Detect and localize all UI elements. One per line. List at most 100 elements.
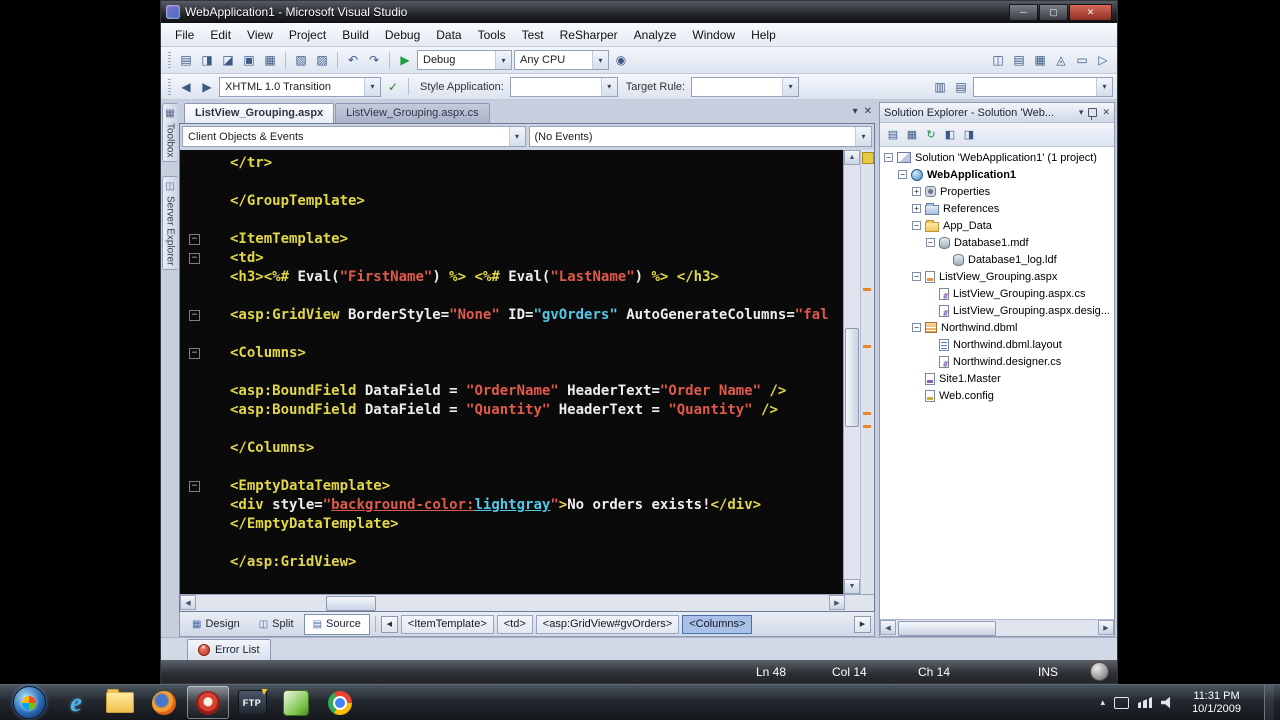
start-button[interactable] [5,686,53,719]
output-window-icon[interactable]: ▭ [1072,50,1092,70]
menu-resharper[interactable]: ReSharper [552,25,626,45]
scroll-left-button[interactable] [880,620,896,635]
tag-crumb-asp-gridview-gvorders[interactable]: <asp:GridView#gvOrders> [535,614,680,634]
error-list-icon[interactable]: ◬ [1051,50,1071,70]
doctype-combo[interactable]: XHTML 1.0 Transition [219,76,381,97]
source-view-button[interactable]: ▤ Source [303,613,370,635]
save-icon[interactable]: ▣ [239,50,259,70]
minus-expander-icon[interactable]: − [912,221,921,230]
fold-collapse-icon[interactable]: − [189,310,200,321]
minus-expander-icon[interactable]: − [926,238,935,247]
close-panel-icon[interactable]: ✕ [1102,107,1110,118]
chevron-down-icon[interactable]: ▾ [853,106,858,117]
vertical-scrollbar-thumb[interactable] [845,327,859,428]
tree-item-webapplication1[interactable]: − WebApplication1 [880,166,1114,183]
tree-item-properties[interactable]: + Properties [880,183,1114,200]
display-icon[interactable] [1114,696,1130,709]
error-list-tab[interactable]: Error List [187,639,271,660]
minimize-button[interactable]: ─ [1009,3,1038,21]
maximize-button[interactable]: ▢ [1039,3,1068,21]
minus-expander-icon[interactable]: − [884,153,893,162]
platform-combo[interactable]: Any CPU [514,50,609,70]
tree-item-solution-webapplication1-1-project[interactable]: − Solution 'WebApplication1' (1 project) [880,149,1114,166]
warning-marker[interactable] [863,411,871,415]
find-combo[interactable] [973,76,1113,97]
show-all-files-icon[interactable]: ▦ [903,126,921,144]
menu-test[interactable]: Test [514,25,552,45]
tree-item-app-data[interactable]: − App_Data [880,217,1114,234]
navigate-back-icon[interactable]: ◀ [176,77,196,97]
tree-item-web-config[interactable]: Web.config [880,387,1114,404]
fold-collapse-icon[interactable]: − [189,348,200,359]
warning-marker[interactable] [863,287,871,291]
new-item-icon[interactable]: ▤ [176,50,196,70]
command-window-icon[interactable]: ▷ [1093,50,1113,70]
green-app-icon[interactable] [275,686,317,719]
tree-item-northwind-dbml-layout[interactable]: Northwind.dbml.layout [880,336,1114,353]
warning-marker[interactable] [863,345,871,349]
menu-data[interactable]: Data [428,25,469,45]
style-sheet-icon[interactable]: ▥ [930,77,950,97]
title-bar[interactable]: WebApplication1 - Microsoft Visual Studi… [161,1,1117,23]
object-dropdown[interactable]: Client Objects & Events [182,126,526,147]
debug-configuration-combo[interactable]: Debug [417,50,512,70]
undo-icon[interactable]: ↶ [343,50,363,70]
minus-expander-icon[interactable]: − [912,272,921,281]
toolbox-icon[interactable]: ▦ [1030,50,1050,70]
scroll-up-button[interactable] [844,150,860,165]
properties-window-icon[interactable]: ▤ [951,77,971,97]
menu-project[interactable]: Project [281,25,334,45]
tree-item-listview-grouping-aspx-cs[interactable]: ListView_Grouping.aspx.cs [880,285,1114,302]
tag-crumb-columns[interactable]: <Columns> [682,614,753,634]
tag-navigator-right-button[interactable]: ▶ [854,615,871,633]
split-view-button[interactable]: ◫ Split [250,614,303,635]
horizontal-scrollbar[interactable] [180,594,874,611]
start-debug-icon[interactable]: ▶ [395,50,415,70]
tab-listview-grouping-aspx[interactable]: ListView_Grouping.aspx [184,103,335,123]
internet-explorer-icon[interactable]: e [55,686,97,719]
menu-file[interactable]: File [167,25,202,45]
menu-analyze[interactable]: Analyze [626,25,685,45]
resharper-status-icon[interactable] [862,152,874,164]
view-code-icon[interactable]: ◧ [941,126,959,144]
sidebar-tab-toolbox[interactable]: ▦ Toolbox [162,103,177,163]
tag-crumb-itemtemplate[interactable]: <ItemTemplate> [400,614,494,634]
tag-crumb-td[interactable]: <td> [496,614,533,634]
tree-item-site1-master[interactable]: Site1.Master [880,370,1114,387]
scroll-right-button[interactable] [1098,620,1114,635]
target-rule-combo[interactable] [691,76,800,97]
sidebar-tab-server-explorer[interactable]: ◫ Server Explorer [162,176,177,271]
tree-item-listview-grouping-aspx-desig[interactable]: ListView_Grouping.aspx.desig... [880,302,1114,319]
network-icon[interactable] [1138,697,1153,708]
code-editor[interactable]: </tr> </GroupTemplate> − <ItemTemplate> − <td… [180,150,874,594]
firefox-icon[interactable] [143,686,185,719]
menu-edit[interactable]: Edit [202,25,239,45]
minus-expander-icon[interactable]: − [912,323,921,332]
menu-debug[interactable]: Debug [377,25,428,45]
comment-icon[interactable]: ▧ [291,50,311,70]
tree-item-northwind-dbml[interactable]: − Northwind.dbml [880,319,1114,336]
close-button[interactable]: ✕ [1069,3,1112,21]
window-menu-icon[interactable]: ▾ [1079,107,1084,118]
event-dropdown[interactable]: (No Events) [528,126,872,147]
uncomment-icon[interactable]: ▨ [312,50,332,70]
properties-window-icon[interactable]: ▤ [1009,50,1029,70]
add-item-icon[interactable]: ◨ [197,50,217,70]
save-all-icon[interactable]: ▦ [260,50,280,70]
tree-item-northwind-designer-cs[interactable]: Northwind.designer.cs [880,353,1114,370]
find-icon[interactable]: ◉ [611,50,631,70]
screen-recorder-icon[interactable] [187,686,229,719]
explorer-folder-icon[interactable] [99,686,141,719]
menu-help[interactable]: Help [743,25,784,45]
menu-tools[interactable]: Tools [470,25,514,45]
chrome-icon[interactable] [319,686,361,719]
check-html-icon[interactable]: ✓ [383,77,403,97]
open-file-icon[interactable]: ◪ [218,50,238,70]
toolbar-grip[interactable] [168,78,171,95]
toolbar-grip[interactable] [168,52,171,68]
tag-navigator-left-button[interactable]: ◀ [380,615,398,633]
solution-explorer-hscrollbar[interactable] [880,619,1114,636]
properties-window-icon[interactable]: ▤ [884,126,902,144]
menu-window[interactable]: Window [684,25,743,45]
fold-collapse-icon[interactable]: − [189,234,200,245]
